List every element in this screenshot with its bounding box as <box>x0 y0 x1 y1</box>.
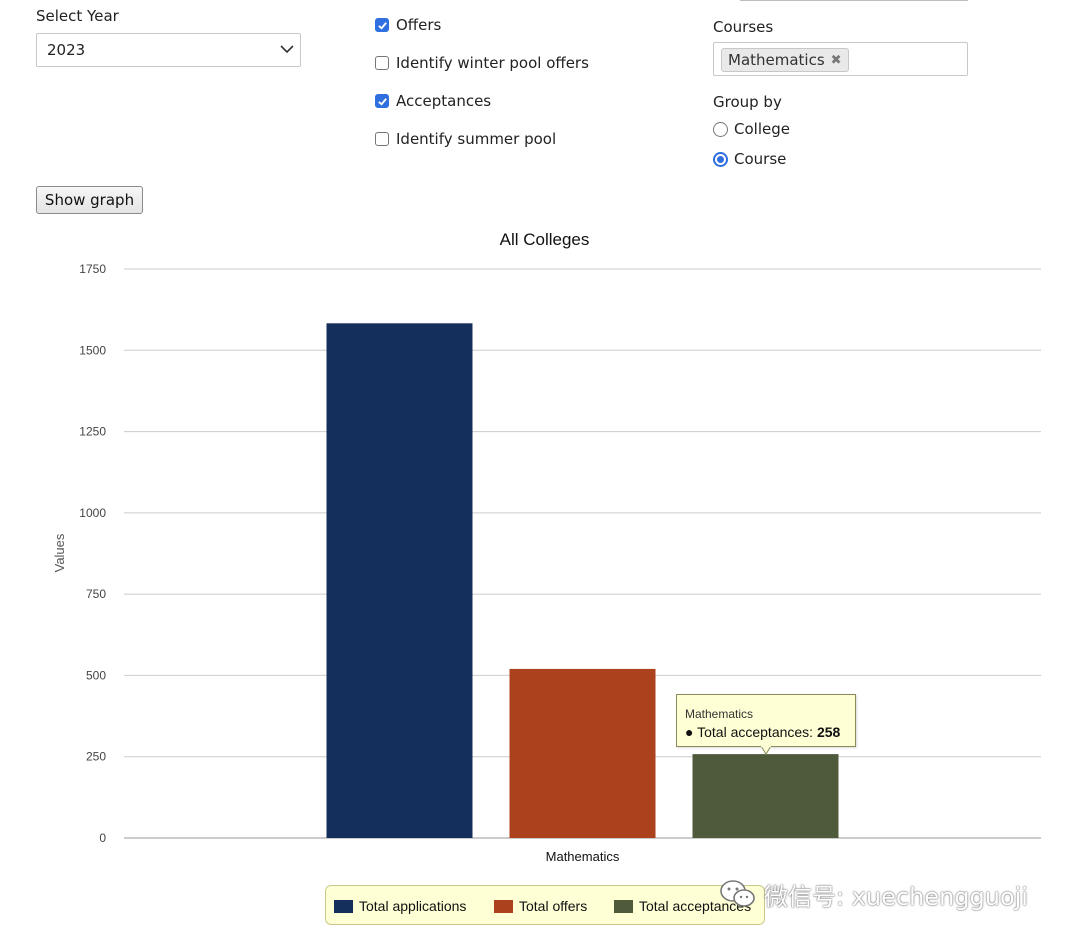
y-tick-label: 1750 <box>79 262 106 276</box>
y-tick-label: 0 <box>99 831 106 845</box>
x-category-label: Mathematics <box>546 849 620 864</box>
y-axis-title: Values <box>52 533 67 572</box>
watermark: 微信号: xuechengguoji <box>718 874 1028 914</box>
chart-bars <box>326 323 839 839</box>
legend-swatch <box>334 899 353 913</box>
y-axis-ticks: 0 250 500 750 1000 1250 1500 1750 <box>79 262 106 845</box>
bar-total-acceptances[interactable] <box>692 754 839 838</box>
y-tick-label: 1500 <box>79 343 106 357</box>
legend-item-offers[interactable]: Total offers <box>494 898 587 914</box>
legend-swatch <box>494 899 513 913</box>
bullet-icon: ● <box>685 724 694 740</box>
bar-chart: 0 250 500 750 1000 1250 1500 1750 Mathematics V… <box>52 262 1041 864</box>
tooltip-value: 258 <box>816 724 841 740</box>
chart-legend: Total applications Total offers Total ac… <box>325 885 765 925</box>
tooltip-line: ● Total acceptances: 258 <box>685 724 847 740</box>
tooltip-pointer-icon <box>761 746 771 755</box>
y-tick-label: 250 <box>86 750 106 764</box>
bar-total-offers[interactable] <box>509 668 656 838</box>
legend-swatch <box>614 899 633 913</box>
legend-label: Total offers <box>519 898 588 914</box>
y-tick-label: 1000 <box>79 506 106 520</box>
y-tick-label: 1250 <box>79 425 106 439</box>
chart-tooltip: Mathematics ● Total acceptances: 258 <box>676 694 856 747</box>
legend-label: Total applications <box>359 898 467 914</box>
bar-total-applications[interactable] <box>326 323 473 839</box>
tooltip-series: Total acceptances: <box>697 724 814 740</box>
y-tick-label: 500 <box>86 668 106 682</box>
y-tick-label: 750 <box>86 587 106 601</box>
wechat-icon <box>720 880 755 907</box>
watermark-text: 微信号: xuechengguoji <box>764 882 1028 911</box>
x-axis-labels: Mathematics <box>546 849 620 864</box>
legend-item-applications[interactable]: Total applications <box>334 898 466 914</box>
tooltip-title: Mathematics <box>685 707 754 721</box>
